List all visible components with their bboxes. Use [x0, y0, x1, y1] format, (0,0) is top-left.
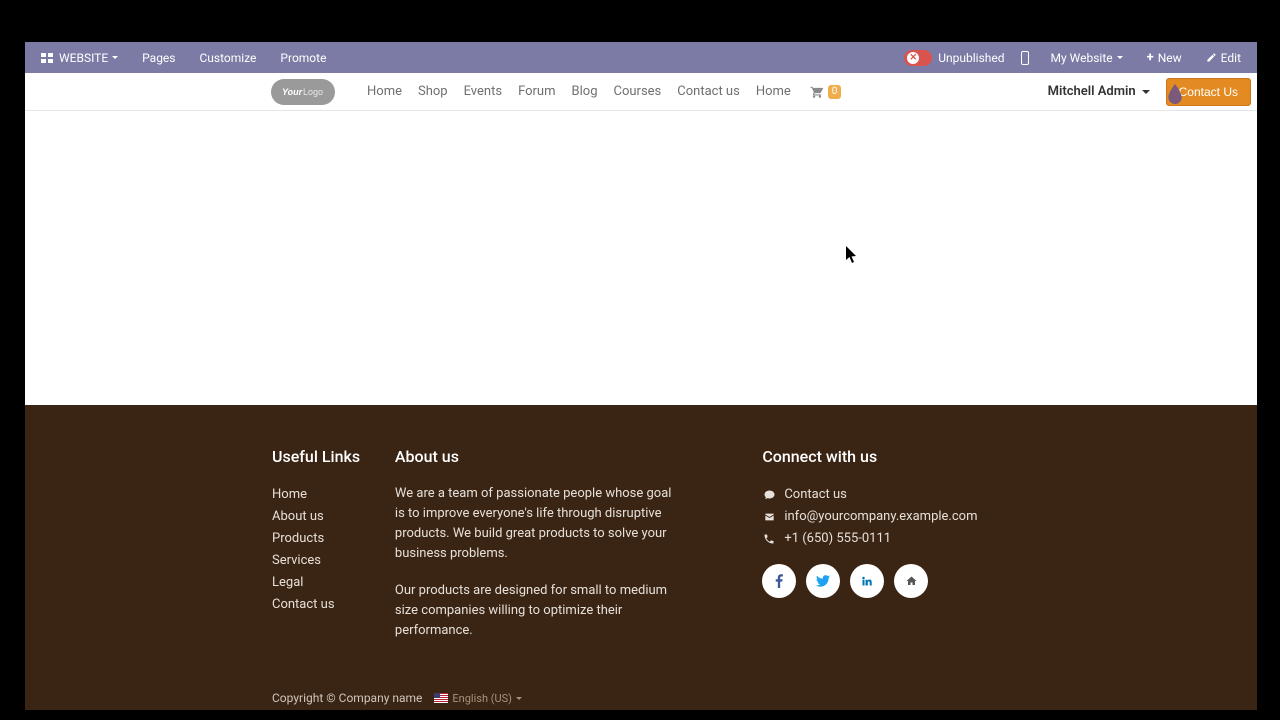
- social-links: [762, 564, 1012, 598]
- edit-button[interactable]: Edit: [1194, 42, 1253, 73]
- nav-events[interactable]: Events: [456, 73, 510, 111]
- page-content: [25, 111, 1257, 405]
- language-label: English (US): [452, 692, 512, 705]
- nav-home-2[interactable]: Home: [748, 73, 799, 111]
- connect-contact-label: Contact us: [784, 484, 847, 506]
- caret-down-icon: [516, 697, 522, 700]
- user-menu[interactable]: Mitchell Admin: [1048, 84, 1150, 99]
- grid-icon: [41, 53, 53, 63]
- mobile-preview[interactable]: [1011, 42, 1039, 73]
- social-facebook[interactable]: [762, 564, 796, 598]
- connect-email[interactable]: info@yourcompany.example.com: [762, 506, 1012, 528]
- main-nav: Home Shop Events Forum Blog Courses Cont…: [359, 73, 799, 111]
- language-selector[interactable]: English (US): [434, 692, 522, 705]
- site-footer: Useful Links Home About us Products Serv…: [25, 405, 1257, 687]
- connect-contact-link[interactable]: Contact us: [762, 484, 1012, 506]
- website-switcher[interactable]: WEBSITE: [29, 42, 130, 73]
- nav-blog[interactable]: Blog: [564, 73, 606, 111]
- about-paragraph-2: Our products are designed for small to m…: [395, 581, 675, 641]
- footer-link-home[interactable]: Home: [272, 484, 395, 506]
- site-header: YourLogo Home Shop Events Forum Blog Cou…: [25, 73, 1257, 111]
- footer-about: About us We are a team of passionate peo…: [395, 447, 675, 657]
- topbar-customize[interactable]: Customize: [187, 42, 268, 73]
- social-linkedin[interactable]: [850, 564, 884, 598]
- cart-icon: [809, 85, 825, 99]
- topbar-promote[interactable]: Promote: [268, 42, 338, 73]
- useful-links-title: Useful Links: [272, 447, 395, 466]
- new-label: New: [1158, 51, 1182, 65]
- about-title: About us: [395, 447, 675, 466]
- footer-link-about[interactable]: About us: [272, 506, 395, 528]
- plus-icon: +: [1147, 51, 1154, 64]
- connect-phone-label: +1 (650) 555-0111: [784, 528, 891, 550]
- svg-text:Logo: Logo: [303, 87, 323, 97]
- copyright-text: Copyright © Company name: [272, 691, 422, 705]
- phone-icon: [762, 533, 776, 545]
- nav-shop[interactable]: Shop: [410, 73, 456, 111]
- site-logo[interactable]: YourLogo: [271, 79, 335, 105]
- toggle-off-icon: ✕: [904, 50, 932, 66]
- caret-down-icon: [1142, 90, 1150, 94]
- caret-down-icon: [1117, 56, 1123, 59]
- footer-link-contact[interactable]: Contact us: [272, 594, 395, 616]
- my-website-dropdown[interactable]: My Website: [1039, 42, 1135, 73]
- topbar-pages[interactable]: Pages: [130, 42, 187, 73]
- footer-useful-links: Useful Links Home About us Products Serv…: [272, 447, 395, 657]
- nav-courses[interactable]: Courses: [606, 73, 670, 111]
- about-paragraph-1: We are a team of passionate people whose…: [395, 484, 675, 565]
- social-twitter[interactable]: [806, 564, 840, 598]
- connect-title: Connect with us: [762, 447, 1012, 466]
- publish-toggle[interactable]: ✕ Unpublished: [892, 42, 1010, 73]
- caret-down-icon: [112, 56, 118, 59]
- footer-connect: Connect with us Contact us info@yourcomp…: [762, 447, 1012, 657]
- footer-link-services[interactable]: Services: [272, 550, 395, 572]
- speech-bubble-icon: [762, 489, 776, 501]
- footer-link-products[interactable]: Products: [272, 528, 395, 550]
- publish-status-label: Unpublished: [938, 51, 1004, 65]
- user-name-label: Mitchell Admin: [1048, 84, 1136, 99]
- website-switcher-label: WEBSITE: [59, 51, 108, 65]
- nav-contact[interactable]: Contact us: [669, 73, 748, 111]
- svg-text:Your: Your: [282, 87, 303, 97]
- footer-link-legal[interactable]: Legal: [272, 572, 395, 594]
- footer-bottom-bar: Copyright © Company name English (US): [25, 687, 1257, 710]
- cart-link[interactable]: 0: [809, 85, 842, 99]
- edit-label: Edit: [1221, 51, 1241, 65]
- connect-phone[interactable]: +1 (650) 555-0111: [762, 528, 1012, 550]
- envelope-icon: [762, 512, 776, 522]
- connect-email-label: info@yourcompany.example.com: [784, 506, 977, 528]
- website-editor-topbar: WEBSITE Pages Customize Promote ✕ Unpubl…: [25, 42, 1257, 73]
- mobile-icon: [1021, 51, 1029, 65]
- social-home[interactable]: [894, 564, 928, 598]
- nav-home[interactable]: Home: [359, 73, 410, 111]
- us-flag-icon: [434, 693, 448, 703]
- theme-customize-droplet[interactable]: [1165, 82, 1185, 106]
- my-website-label: My Website: [1051, 51, 1113, 65]
- new-page-button[interactable]: + New: [1135, 42, 1194, 73]
- page-frame: WEBSITE Pages Customize Promote ✕ Unpubl…: [25, 42, 1257, 669]
- cart-count-badge: 0: [828, 85, 842, 99]
- nav-forum[interactable]: Forum: [510, 73, 563, 111]
- pencil-icon: [1206, 52, 1217, 63]
